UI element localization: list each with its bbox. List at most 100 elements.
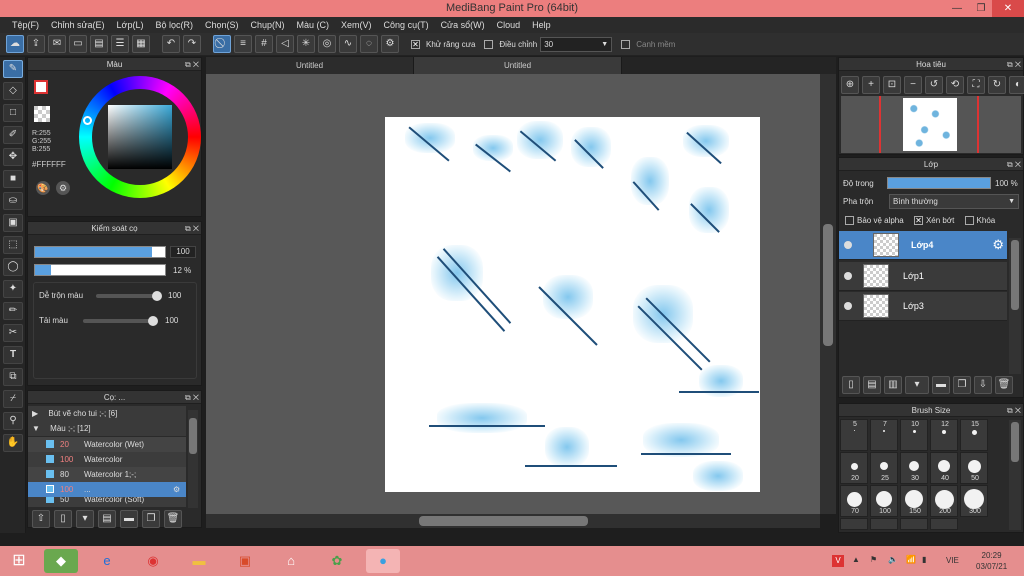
rotate-left-icon[interactable]: ↺	[925, 76, 943, 94]
brush-item-selected[interactable]: 100 ... ⚙	[28, 482, 186, 497]
brush-add-icon[interactable]: ⇧	[32, 510, 50, 528]
palette-settings-icon[interactable]: ⚙	[56, 181, 70, 195]
menu-window[interactable]: Cửa sổ(W)	[435, 17, 491, 33]
layer-opacity-slider[interactable]	[887, 177, 991, 189]
brush-item[interactable]: 80 Watercolor 1;-;	[28, 467, 186, 482]
tray-up-arrow-icon[interactable]: ▲	[852, 555, 860, 564]
new-halftone-layer-icon[interactable]: ▤	[863, 376, 881, 394]
brush-delete-icon[interactable]: 🗑	[164, 510, 182, 528]
move-tool-icon[interactable]: ✥	[3, 148, 23, 166]
lasso-icon[interactable]: ◯	[3, 258, 23, 276]
comment-icon[interactable]: ✉	[48, 35, 66, 53]
clock[interactable]: 20:29 03/07/21	[976, 550, 1007, 572]
brush-menu-icon[interactable]: ▾	[76, 510, 94, 528]
new-8bit-layer-icon[interactable]: ▥	[884, 376, 902, 394]
zoom-out-icon[interactable]: −	[904, 76, 922, 94]
amount-track[interactable]	[83, 319, 157, 323]
brush-list-scrollbar[interactable]	[188, 410, 198, 508]
divide-tool-icon[interactable]: ⧉	[3, 368, 23, 386]
palette-icon[interactable]: 🎨	[36, 181, 50, 195]
delete-layer-icon[interactable]: 🗑	[995, 376, 1013, 394]
zoom-fit-icon[interactable]: ⊕	[841, 76, 859, 94]
brush-size-cell[interactable]: 300	[960, 485, 988, 517]
layer-row-selected[interactable]: Lớp4 ⚙	[839, 231, 1007, 260]
canvas-vertical-scrollbar[interactable]	[820, 74, 836, 514]
clip-checkbox[interactable]: ✕	[913, 216, 923, 226]
navigator-preview[interactable]	[841, 96, 1021, 153]
menu-layer[interactable]: Lớp(L)	[111, 17, 150, 33]
powerpoint-icon[interactable]: ▣	[228, 549, 262, 573]
brush-size-cell[interactable]: 40	[930, 452, 958, 484]
layer-blend-select[interactable]: Bình thường ▼	[889, 194, 1019, 209]
scroll-thumb[interactable]	[419, 516, 588, 526]
brush-size-cell[interactable]: 30	[900, 452, 928, 484]
blend-track[interactable]	[96, 294, 160, 298]
layer-row[interactable]: Lớp1	[839, 262, 1007, 291]
visibility-eye-icon[interactable]	[844, 302, 852, 310]
new-layer-icon[interactable]: ▯	[842, 376, 860, 394]
tab-untitled-1[interactable]: Untitled	[206, 57, 414, 74]
brush-item[interactable]: 50 Watercolor (Soft)	[28, 497, 186, 507]
language-indicator[interactable]: VIE	[946, 556, 959, 565]
restore-icon[interactable]: ❐	[968, 0, 994, 17]
vanishing-snap-icon[interactable]: ◁	[276, 35, 294, 53]
layer-scrollbar[interactable]	[1009, 238, 1021, 374]
antialias-checkbox[interactable]: ✕	[411, 39, 420, 49]
brush-size-cell[interactable]	[840, 518, 868, 530]
grid-icon[interactable]: ▦	[132, 35, 150, 53]
folder-icon[interactable]: ▬	[932, 376, 950, 394]
add-layer-menu-icon[interactable]: ▾	[905, 376, 929, 394]
duplicate-layer-icon[interactable]: ❐	[953, 376, 971, 394]
tab-untitled-2[interactable]: Untitled	[414, 57, 622, 74]
ellipse-snap-icon[interactable]: ◌	[360, 35, 378, 53]
brush-size-cell[interactable]: 10	[900, 419, 928, 451]
select-eraser-icon[interactable]: ✂	[3, 324, 23, 342]
menu-cloud[interactable]: Cloud	[491, 17, 527, 33]
menu-tools[interactable]: Công cụ(T)	[378, 17, 435, 33]
scroll-thumb[interactable]	[823, 224, 833, 346]
upload-icon[interactable]: ⇪	[27, 35, 45, 53]
nav-settings-icon[interactable]: ◐	[1009, 76, 1024, 94]
zoom-actual-icon[interactable]: ⊡	[883, 76, 901, 94]
amount-knob[interactable]	[148, 316, 158, 326]
curve-snap-icon[interactable]: ∿	[339, 35, 357, 53]
protect-alpha-checkbox[interactable]	[845, 216, 854, 226]
dropper-icon[interactable]: ⚲	[3, 412, 23, 430]
gear-icon[interactable]: ⚙	[173, 482, 180, 497]
layer-settings-gear-icon[interactable]: ⚙	[992, 237, 1004, 253]
brush-item[interactable]: 100 Watercolor	[28, 452, 186, 467]
brush-size-slider[interactable]	[34, 246, 166, 258]
drawing-canvas[interactable]	[385, 117, 760, 492]
medibang-taskbar-icon[interactable]: ●	[366, 549, 400, 573]
brush-group[interactable]: ▶ Bút vẽ cho tui ;-; [6]	[28, 406, 186, 421]
visibility-eye-icon[interactable]	[844, 272, 852, 280]
brush-item[interactable]: 20 Watercolor (Wet)	[28, 437, 186, 452]
pen-tool-icon[interactable]: ✐	[3, 126, 23, 144]
canvas-horizontal-scrollbar[interactable]	[206, 514, 820, 528]
rotate-reset-icon[interactable]: ⟲	[946, 76, 964, 94]
brush-copy-icon[interactable]: ❐	[142, 510, 160, 528]
panel-close-icon[interactable]: ⧉ ✕	[1007, 404, 1021, 417]
transparent-swatch[interactable]	[34, 106, 50, 122]
brush-size-cell[interactable]: 5	[840, 419, 868, 451]
menu-edit[interactable]: Chỉnh sửa(E)	[45, 17, 111, 33]
zoom-in-icon[interactable]: +	[862, 76, 880, 94]
volume-icon[interactable]: 🔈	[888, 555, 898, 564]
brush-group[interactable]: ▼ Màu ;-; [12]	[28, 421, 186, 436]
hand-tool-icon[interactable]: ✋	[3, 434, 23, 452]
panel-close-icon[interactable]: ⧉ ✕	[185, 391, 199, 404]
lock-checkbox[interactable]	[964, 216, 974, 226]
brush-size-value[interactable]: 100	[170, 246, 196, 258]
brush-size-cell[interactable]: 150	[900, 485, 928, 517]
list-icon[interactable]: ☰	[111, 35, 129, 53]
magic-wand-icon[interactable]: ✦	[3, 280, 23, 298]
snap-off-icon[interactable]: ⃠	[213, 35, 231, 53]
hue-marker[interactable]	[83, 116, 92, 125]
app-green-icon[interactable]: ✿	[320, 549, 354, 573]
panel-close-icon[interactable]: ⧉ ✕	[1007, 158, 1021, 171]
fullscreen-icon[interactable]: ⛶	[967, 76, 985, 94]
layer-row[interactable]: Lớp3	[839, 292, 1007, 321]
brush-size-cell[interactable]: 15	[960, 419, 988, 451]
brush-size-cell[interactable]	[930, 518, 958, 530]
visibility-eye-icon[interactable]	[844, 241, 852, 249]
